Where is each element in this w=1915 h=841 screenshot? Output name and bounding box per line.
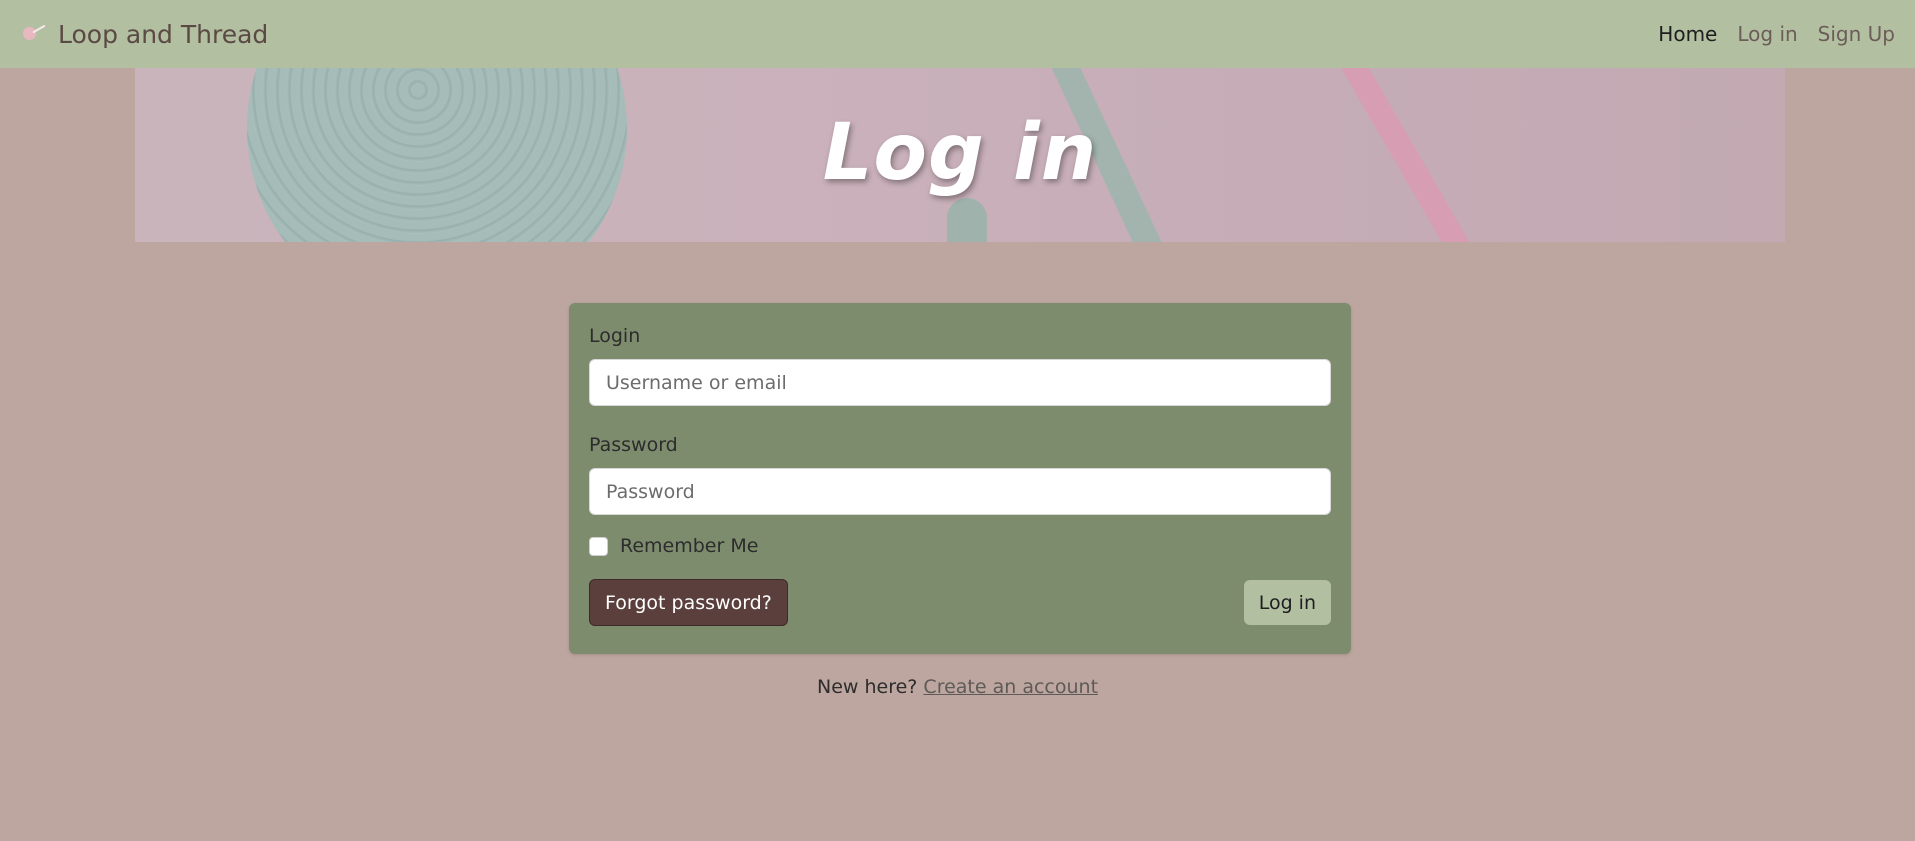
remember-me-checkbox[interactable] [589,536,608,556]
login-label: Login [589,325,641,347]
yarn-ball-icon [22,23,46,45]
nav-links: Home Log in Sign Up [1658,22,1895,46]
nav-link-login[interactable]: Log in [1737,22,1797,46]
password-input[interactable] [589,468,1331,515]
brand-name[interactable]: Loop and Thread [58,20,268,49]
nav-link-home[interactable]: Home [1658,22,1717,46]
signup-prompt-line: New here? Create an account [0,676,1915,698]
remember-me-row: Remember Me [589,535,1331,557]
hero-banner: Log in [135,68,1785,242]
navbar: Loop and Thread Home Log in Sign Up [0,0,1915,68]
forgot-password-button[interactable]: Forgot password? [589,579,788,626]
login-form: Login Password Remember Me Forgot passwo… [569,303,1351,654]
brand[interactable]: Loop and Thread [22,20,268,49]
form-actions: Forgot password? Log in [589,579,1331,626]
crochet-hook-tip-image [947,198,987,242]
login-input[interactable] [589,359,1331,406]
create-account-link[interactable]: Create an account [923,676,1098,698]
password-label: Password [589,434,678,456]
nav-link-signup[interactable]: Sign Up [1818,22,1895,46]
signup-prompt: New here? [816,676,918,698]
page-title: Log in [822,108,1098,198]
login-button[interactable]: Log in [1243,580,1331,625]
remember-me-label[interactable]: Remember Me [620,535,758,557]
